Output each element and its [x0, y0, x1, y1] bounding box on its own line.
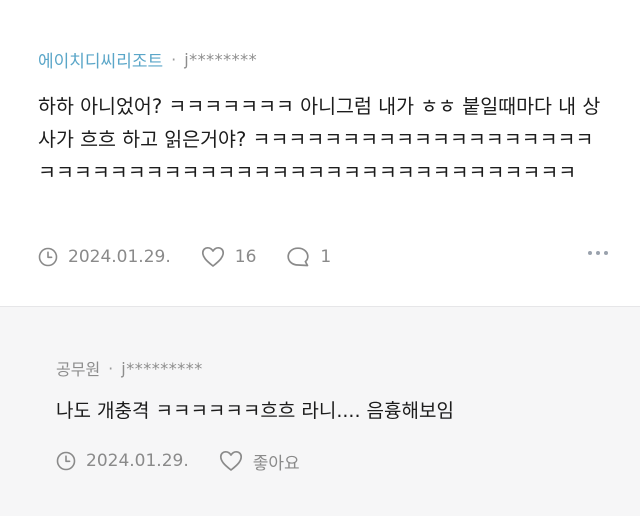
like-label: 좋아요 [252, 453, 300, 474]
reply-actions: 2024.01.29. 좋아요 [56, 447, 300, 475]
comment-body: 하하 아니었어? ㅋㅋㅋㅋㅋㅋㅋ 아니그럼 내가 ㅎㅎ 붙일때마다 내 상사가 … [38, 95, 601, 184]
reply-count: 1 [320, 247, 332, 267]
meta-separator: · [171, 49, 177, 69]
reply: 공무원 · j********* 나도 개충격 ㅋㅋㅋㅋㅋㅋ흐흐 라니.... … [0, 306, 640, 516]
reply-company[interactable]: 공무원 [56, 356, 100, 380]
comment-date: 2024.01.29. [38, 247, 171, 267]
reply-content: 공무원 · j********* 나도 개충격 ㅋㅋㅋㅋㅋㅋ흐흐 라니.... … [56, 355, 616, 425]
like-button[interactable]: 16 [201, 246, 257, 268]
reply-author-name: j********* [121, 358, 203, 378]
comment-thread: 에이치디씨리조트 · j******** 하하 아니었어? ㅋㅋㅋㅋㅋㅋㅋ 아니… [0, 0, 640, 516]
heart-icon [201, 246, 225, 268]
more-dot [604, 251, 608, 255]
reply-like-button[interactable]: 좋아요 [219, 449, 300, 474]
more-options-icon[interactable] [588, 251, 608, 255]
comment-actions: 2024.01.29. 16 1 [38, 243, 608, 271]
like-count: 16 [234, 247, 257, 267]
clock-icon [56, 451, 76, 471]
reply-date: 2024.01.29. [56, 451, 189, 471]
meta-separator: · [108, 358, 114, 378]
reply-button[interactable]: 1 [286, 246, 331, 268]
clock-icon [38, 247, 58, 267]
company-link[interactable]: 에이치디씨리조트 [38, 47, 163, 72]
comment-meta: 에이치디씨리조트 · j******** [38, 46, 600, 72]
reply-body: 나도 개충격 ㅋㅋㅋㅋㅋㅋ흐흐 라니.... 음흉해보임 [56, 400, 454, 422]
date-text: 2024.01.29. [68, 247, 171, 267]
speech-bubble-icon [286, 246, 310, 268]
heart-icon [219, 450, 243, 472]
comment: 에이치디씨리조트 · j******** 하하 아니었어? ㅋㅋㅋㅋㅋㅋㅋ 아니… [0, 0, 640, 306]
author-name: j******** [184, 49, 258, 69]
date-text: 2024.01.29. [86, 451, 189, 471]
more-dot [596, 251, 600, 255]
reply-meta: 공무원 · j********* [56, 355, 616, 381]
more-dot [588, 251, 592, 255]
